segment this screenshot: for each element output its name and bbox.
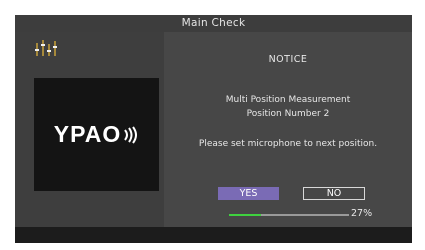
ypao-logo: YPAO <box>34 78 159 191</box>
ypao-screen: Main Check YPAO NOTICE Multi Position Me <box>15 15 412 243</box>
window-title: Main Check <box>15 15 412 32</box>
dialog-heading: NOTICE <box>268 54 308 65</box>
message-line-2: Position Number 2 <box>246 109 330 119</box>
no-button[interactable]: NO <box>303 187 365 200</box>
sound-wave-icon <box>124 125 138 144</box>
yes-button[interactable]: YES <box>218 187 279 200</box>
equalizer-icon <box>35 40 57 56</box>
logo-text: YPAO <box>53 121 122 147</box>
message-line-1: Multi Position Measurement <box>225 95 351 105</box>
progress-fill <box>229 214 262 216</box>
progress-bar <box>229 214 349 216</box>
instruction-text: Please set microphone to next position. <box>198 139 378 149</box>
progress-percent: 27% <box>351 208 373 219</box>
bottom-bar <box>15 227 412 243</box>
